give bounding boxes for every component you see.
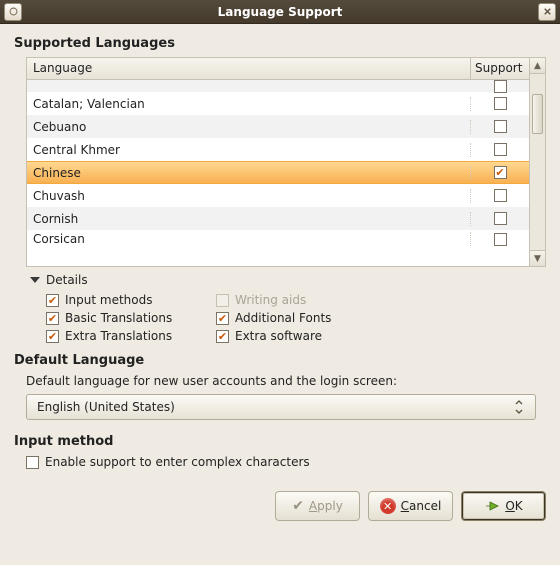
enable-complex-label: Enable support to enter complex characte… [45,455,310,469]
table-row[interactable]: Central Khmer [27,138,529,161]
apply-icon: ✔ [292,498,304,514]
support-checkbox[interactable] [494,120,507,133]
apply-button: ✔ Apply [275,491,360,521]
cancel-button[interactable]: ✕ Cancel [368,491,453,521]
checkbox[interactable] [46,330,59,343]
enable-complex-row[interactable]: Enable support to enter complex characte… [26,455,546,469]
component-writing-aids: Writing aids [216,293,386,307]
checkbox[interactable] [46,294,59,307]
support-checkbox[interactable] [494,97,507,110]
default-language-combo[interactable]: English (United States) [26,394,536,420]
default-language-description: Default language for new user accounts a… [26,374,546,388]
col-header-language[interactable]: Language [27,58,471,79]
ok-button[interactable]: OK [461,491,546,521]
support-checkbox[interactable] [494,189,507,202]
window-icon [4,3,22,21]
titlebar: Language Support [0,0,560,24]
support-checkbox[interactable] [494,166,507,179]
scroll-down-icon[interactable]: ▼ [530,250,545,266]
component-extra-software[interactable]: Extra software [216,329,386,343]
support-checkbox[interactable] [494,212,507,225]
checkbox[interactable] [216,312,229,325]
chevron-down-icon [30,277,40,283]
scroll-thumb[interactable] [532,94,543,134]
component-extra-translations[interactable]: Extra Translations [46,329,216,343]
scroll-up-icon[interactable]: ▲ [530,58,545,74]
language-table: Language Support Catalan; Valencian Cebu… [26,57,546,267]
default-language-value: English (United States) [37,400,175,414]
table-row[interactable] [27,80,529,92]
language-table-body: Catalan; Valencian Cebuano Central Khmer… [27,80,529,266]
table-row[interactable]: Chuvash [27,184,529,207]
support-checkbox[interactable] [494,233,507,246]
details-label: Details [46,273,88,287]
checkbox [216,294,229,307]
support-checkbox[interactable] [494,143,507,156]
default-language-header: Default Language [14,353,546,368]
checkbox[interactable] [216,330,229,343]
details-expander[interactable]: Details [30,273,546,287]
table-row[interactable]: Catalan; Valencian [27,92,529,115]
scroll-track[interactable] [530,74,545,250]
scrollbar[interactable]: ▲ ▼ [529,58,545,266]
col-header-support[interactable]: Support [471,58,529,79]
component-additional-fonts[interactable]: Additional Fonts [216,311,386,325]
cancel-icon: ✕ [380,498,396,514]
support-checkbox[interactable] [494,80,507,93]
table-row[interactable]: Cornish [27,207,529,230]
supported-languages-header: Supported Languages [14,36,546,51]
button-bar: ✔ Apply ✕ Cancel OK [14,491,546,521]
input-method-header: Input method [14,434,546,449]
checkbox[interactable] [46,312,59,325]
ok-icon [484,498,500,514]
chevron-down-icon [509,400,529,414]
table-row[interactable]: Cebuano [27,115,529,138]
components-grid: Input methods Writing aids Basic Transla… [46,293,546,343]
table-row[interactable]: Chinese [27,161,529,184]
checkbox[interactable] [26,456,39,469]
language-table-header: Language Support [27,58,529,80]
component-input-methods[interactable]: Input methods [46,293,216,307]
close-button[interactable] [538,3,556,21]
window-title: Language Support [22,5,538,19]
component-basic-translations[interactable]: Basic Translations [46,311,216,325]
table-row[interactable]: Corsican [27,230,529,248]
